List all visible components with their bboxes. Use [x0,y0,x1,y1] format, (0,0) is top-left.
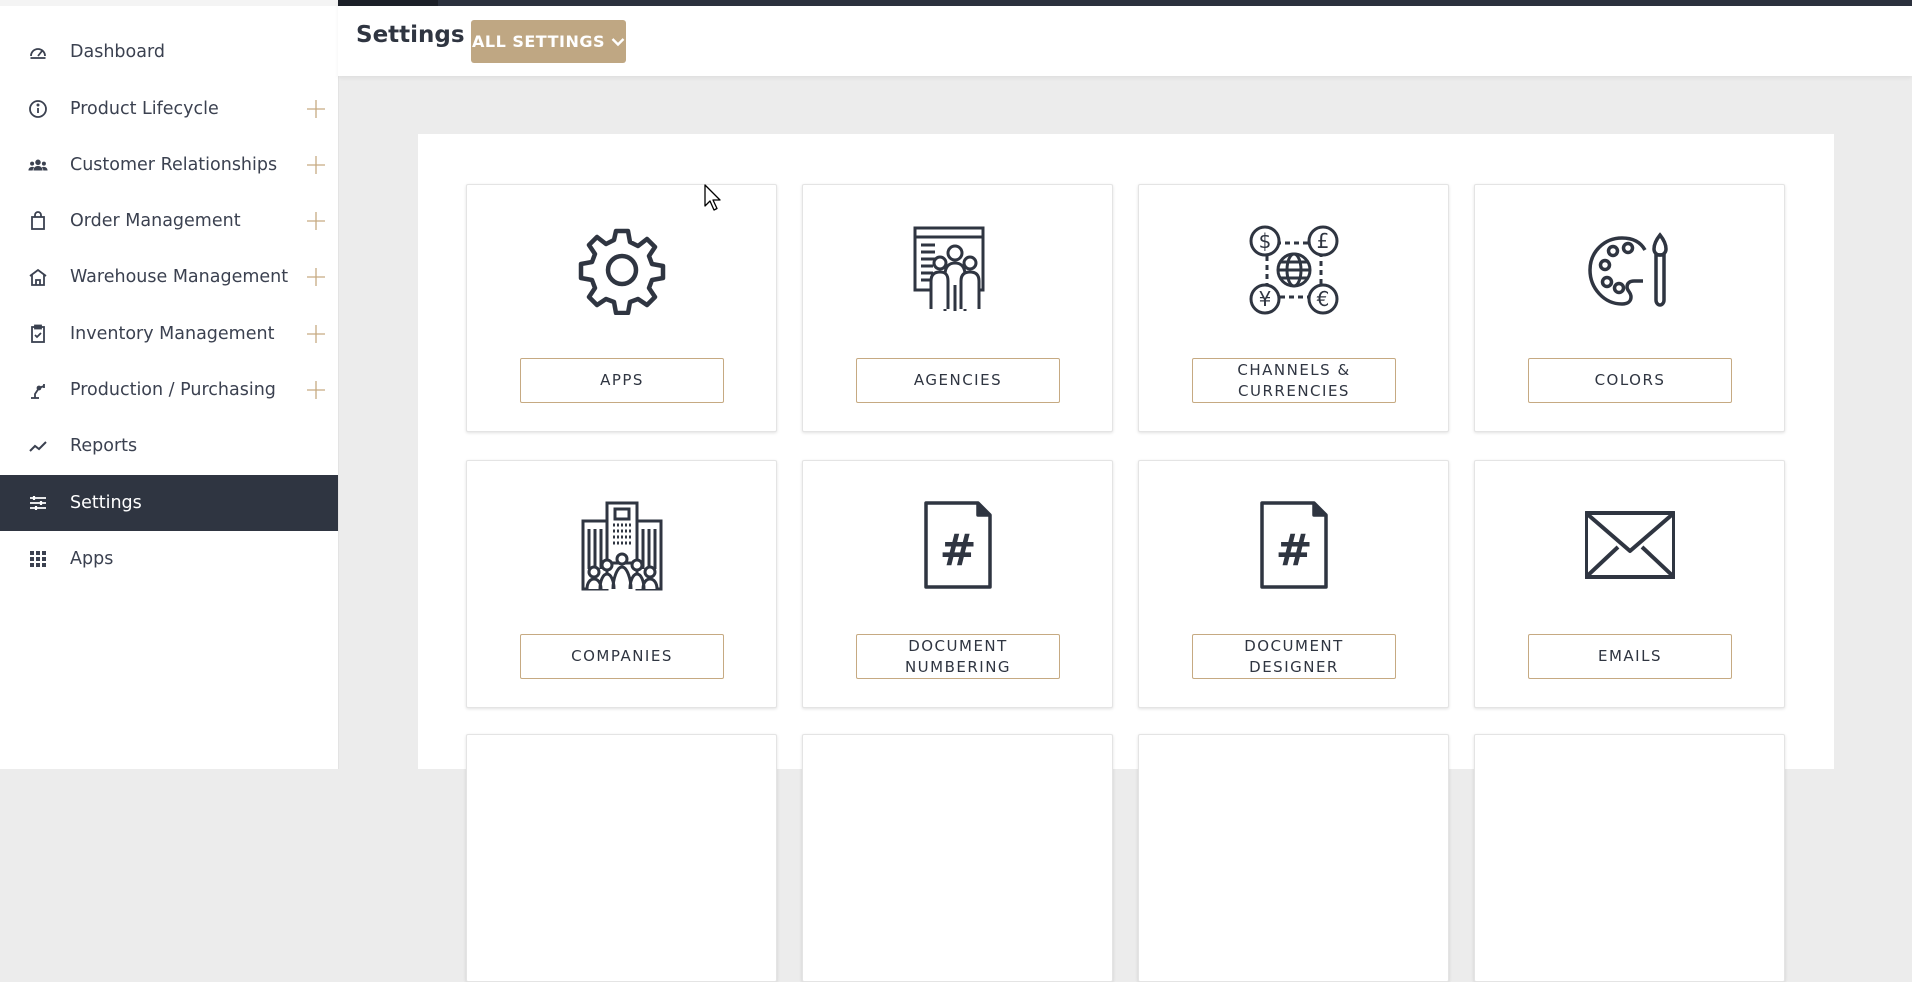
sidebar-item-dashboard[interactable]: Dashboard [0,24,338,80]
grid-icon [28,549,48,569]
sidebar: Dashboard Product Lifecycle Customer Rel… [0,0,339,769]
sidebar-item-apps[interactable]: Apps [0,531,338,587]
palette-icon [1585,225,1675,315]
dropdown-label: ALL SETTINGS [472,32,605,51]
svg-text:£: £ [1317,229,1330,253]
sidebar-item-customer-relationships[interactable]: Customer Relationships [0,137,338,193]
settings-card[interactable] [1138,734,1449,982]
settings-card-channels-currencies[interactable]: $ £ ¥ € CHANNELS & CURRENCIES [1138,184,1449,432]
mouse-cursor-icon [704,184,722,212]
header-top-bar [338,0,1912,6]
emails-button[interactable]: EMAILS [1528,634,1732,679]
sidebar-item-warehouse-management[interactable]: Warehouse Management [0,249,338,305]
agencies-icon [913,225,1003,315]
channels-currencies-button[interactable]: CHANNELS & CURRENCIES [1192,358,1396,403]
header: Settings ALL SETTINGS [338,0,1912,76]
settings-card-agencies[interactable]: AGENCIES [802,184,1113,432]
sidebar-item-label: Apps [70,549,114,569]
document-designer-button[interactable]: DOCUMENT DESIGNER [1192,634,1396,679]
sidebar-item-order-management[interactable]: Order Management [0,193,338,249]
page-title: Settings [356,22,465,48]
colors-button[interactable]: COLORS [1528,358,1732,403]
document-hash-icon: # [1249,501,1339,591]
expand-plus-icon[interactable] [304,153,328,177]
svg-text:€: € [1317,287,1330,311]
sidebar-item-label: Dashboard [70,42,165,62]
document-numbering-button[interactable]: DOCUMENT NUMBERING [856,634,1060,679]
settings-card-document-numbering[interactable]: # DOCUMENT NUMBERING [802,460,1113,708]
document-hash-icon: # [913,501,1003,591]
people-icon [28,155,48,175]
settings-card-colors[interactable]: COLORS [1474,184,1785,432]
currencies-globe-icon: $ £ ¥ € [1249,225,1339,315]
agencies-button[interactable]: AGENCIES [856,358,1060,403]
companies-button[interactable]: COMPANIES [520,634,724,679]
sidebar-item-label: Reports [70,436,138,456]
settings-card[interactable] [802,734,1113,982]
expand-plus-icon[interactable] [304,265,328,289]
sidebar-item-label: Order Management [70,211,241,231]
chevron-down-icon [611,32,625,51]
settings-card-document-designer[interactable]: # DOCUMENT DESIGNER [1138,460,1449,708]
sidebar-item-product-lifecycle[interactable]: Product Lifecycle [0,81,338,137]
warehouse-icon [28,267,48,287]
svg-text:#: # [940,525,977,576]
sidebar-item-settings[interactable]: Settings [0,475,338,531]
expand-plus-icon[interactable] [304,209,328,233]
svg-text:$: $ [1259,229,1272,253]
sidebar-item-inventory-management[interactable]: Inventory Management [0,306,338,362]
dashboard-icon [28,42,48,62]
robot-arm-icon [28,380,48,400]
building-icon [577,501,667,591]
settings-card-companies[interactable]: COMPANIES [466,460,777,708]
settings-card[interactable] [1474,734,1785,982]
gear-icon [577,225,667,316]
sidebar-item-label: Inventory Management [70,324,275,344]
all-settings-dropdown[interactable]: ALL SETTINGS [471,20,626,63]
expand-plus-icon[interactable] [304,322,328,346]
apps-button[interactable]: APPS [520,358,724,403]
settings-card-apps[interactable]: APPS [466,184,777,432]
sidebar-item-label: Warehouse Management [70,267,289,287]
svg-text:¥: ¥ [1259,287,1272,311]
sidebar-item-label: Product Lifecycle [70,99,219,119]
shopping-bag-icon [28,211,48,231]
sidebar-item-label: Settings [70,493,142,513]
envelope-icon [1584,501,1676,591]
sidebar-item-label: Production / Purchasing [70,380,276,400]
clipboard-check-icon [28,324,48,344]
settings-card[interactable] [466,734,777,982]
expand-plus-icon[interactable] [304,97,328,121]
settings-panel: APPS AGENCIES $ £ ¥ € CHANNELS & CURRENC… [418,134,1834,982]
sliders-icon [28,493,48,513]
sidebar-item-reports[interactable]: Reports [0,418,338,474]
sidebar-item-production-purchasing[interactable]: Production / Purchasing [0,362,338,418]
sidebar-item-label: Customer Relationships [70,155,278,175]
info-icon [28,99,48,119]
svg-text:#: # [1276,525,1313,576]
expand-plus-icon[interactable] [304,378,328,402]
settings-card-emails[interactable]: EMAILS [1474,460,1785,708]
sidebar-top-line [0,0,338,6]
chart-line-icon [28,436,48,456]
